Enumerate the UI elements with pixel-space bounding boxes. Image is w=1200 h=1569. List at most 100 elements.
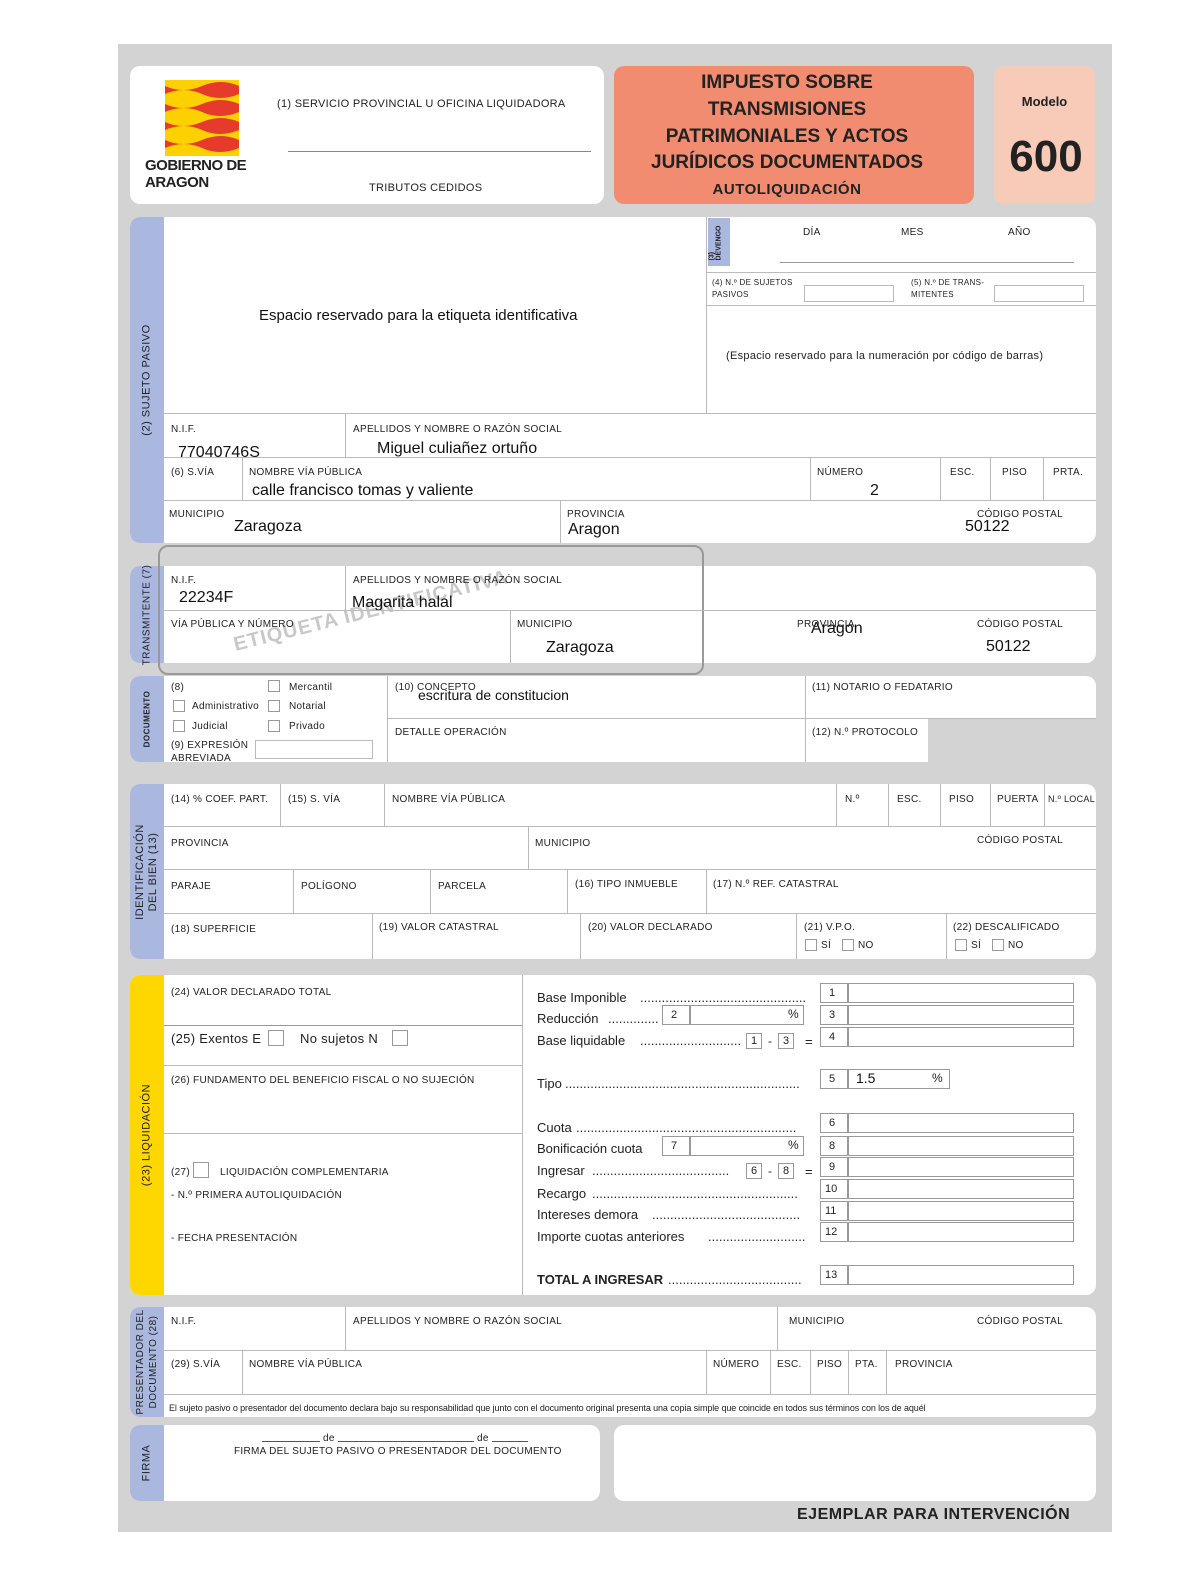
divider <box>777 1307 778 1350</box>
p-nombre-label: APELLIDOS Y NOMBRE O RAZÓN SOCIAL <box>353 1316 563 1327</box>
protocolo-shaded <box>928 719 1096 762</box>
expresion-field[interactable] <box>255 740 373 759</box>
base-liquidable-field[interactable] <box>848 1027 1074 1047</box>
nif-field[interactable]: 77040746S <box>178 444 260 462</box>
pct-sign: % <box>788 1007 799 1021</box>
esc-bien-label: ESC. <box>897 794 922 805</box>
provincia-bien-label: PROVINCIA <box>171 838 229 849</box>
n-sujetos-label: (4) N.º DE SUJETOS PASIVOS <box>712 278 793 299</box>
t-municipio-field[interactable]: Zaragoza <box>546 639 614 657</box>
descal-label: (22) DESCALIFICADO <box>953 922 1060 933</box>
concepto-field[interactable]: escritura de constitucion <box>418 687 569 703</box>
divider <box>164 913 1096 914</box>
nombre-label: APELLIDOS Y NOMBRE O RAZÓN SOCIAL <box>353 424 563 435</box>
tipo-value: 1.5 <box>856 1070 876 1086</box>
valdec-label: (20) VALOR DECLARADO <box>588 922 713 933</box>
tributos-label: TRIBUTOS CEDIDOS <box>369 182 483 194</box>
complementaria-checkbox[interactable] <box>193 1162 209 1178</box>
t-nif-label: N.I.F. <box>171 575 197 586</box>
modelo-number: 600 <box>1009 132 1083 181</box>
t-nif-field[interactable]: 22234F <box>179 589 233 607</box>
base-imponible-field[interactable] <box>848 983 1074 1003</box>
divider <box>430 869 431 913</box>
p-numero-label: NÚMERO <box>713 1359 760 1370</box>
divider <box>164 457 1096 458</box>
total-field[interactable] <box>848 1265 1074 1285</box>
divider <box>338 1441 474 1442</box>
bien-side: IDENTIFICACIÓN DEL BIEN (13) <box>130 784 164 959</box>
provincia-field[interactable]: Aragon <box>568 521 620 539</box>
calc-ref-3: 3 <box>778 1033 794 1049</box>
aragon-logo <box>165 80 239 156</box>
cuota-field[interactable] <box>848 1113 1074 1133</box>
municipio-label: MUNICIPIO <box>169 509 225 520</box>
valcat-label: (19) VALOR CATASTRAL <box>379 922 499 933</box>
p-via-label: NOMBRE VÍA PÚBLICA <box>249 1359 363 1370</box>
administrativo-checkbox[interactable] <box>173 700 185 712</box>
vpo-si-checkbox[interactable] <box>805 939 817 951</box>
dots: .............. <box>608 1011 658 1026</box>
divider <box>242 1350 243 1394</box>
no-sujetos-checkbox[interactable] <box>392 1030 408 1046</box>
calc-n1: 1 <box>820 983 848 1003</box>
firma-right-box[interactable] <box>614 1425 1096 1501</box>
t-cp-field[interactable]: 50122 <box>986 638 1031 656</box>
divider <box>706 305 1096 306</box>
cp-field[interactable]: 50122 <box>965 518 1010 536</box>
descal-no-checkbox[interactable] <box>992 939 1004 951</box>
divider <box>262 1441 320 1442</box>
judicial-checkbox[interactable] <box>173 720 185 732</box>
declaracion-text: El sujeto pasivo o presentador del docum… <box>169 1403 926 1413</box>
p-svia-label: (29) S.VÍA <box>171 1359 221 1370</box>
calc-ref-8: 8 <box>778 1163 794 1179</box>
via-field[interactable]: calle francisco tomas y valiente <box>252 482 473 500</box>
divider <box>836 784 837 826</box>
divider <box>560 500 561 543</box>
pct-sign-2: % <box>788 1138 799 1152</box>
esc-label: ESC. <box>950 467 975 478</box>
divider <box>810 1350 811 1394</box>
title-line-1: IMPUESTO SOBRE <box>701 72 873 93</box>
divider <box>164 869 1096 870</box>
divider <box>810 457 811 500</box>
divider <box>770 1350 771 1394</box>
intereses-field[interactable] <box>848 1201 1074 1221</box>
vpo-no-checkbox[interactable] <box>842 939 854 951</box>
calc-n5: 5 <box>820 1069 848 1089</box>
mercantil-checkbox[interactable] <box>268 680 280 692</box>
svia-label: (6) S.VÍA <box>171 467 215 478</box>
importe-field[interactable] <box>848 1222 1074 1242</box>
n-trans-field[interactable] <box>994 285 1084 302</box>
t-provincia-field[interactable]: Aragon <box>811 620 863 638</box>
n27-label: (27) <box>171 1167 190 1178</box>
anio-label: AÑO <box>1008 227 1031 238</box>
provincia-label: PROVINCIA <box>567 509 625 520</box>
coef-label: (14) % COEF. PART. <box>171 794 269 805</box>
descal-si-checkbox[interactable] <box>955 939 967 951</box>
divider <box>522 975 523 1295</box>
ingresar-label: Ingresar <box>537 1163 585 1178</box>
reduccion-pct-field[interactable] <box>690 1005 804 1025</box>
dots: ..................................... <box>668 1272 802 1287</box>
numero-field[interactable]: 2 <box>870 482 879 500</box>
bonificacion-pct-field[interactable] <box>690 1136 804 1156</box>
minus: - <box>768 1034 772 1048</box>
t-municipio-label: MUNICIPIO <box>517 619 573 630</box>
divider <box>1044 784 1045 826</box>
exentos-checkbox[interactable] <box>268 1030 284 1046</box>
dots: ...................................... <box>592 1163 730 1178</box>
reduccion-field[interactable] <box>848 1005 1074 1025</box>
sujeto-side: (2) SUJETO PASIVO <box>130 217 164 543</box>
recargo-field[interactable] <box>848 1179 1074 1199</box>
divider <box>706 869 707 913</box>
n-sujetos-field[interactable] <box>804 285 894 302</box>
municipio-field[interactable]: Zaragoza <box>234 518 302 536</box>
bonificacion-field[interactable] <box>848 1136 1074 1156</box>
divider <box>780 262 1074 263</box>
privado-checkbox[interactable] <box>268 720 280 732</box>
notarial-checkbox[interactable] <box>268 700 280 712</box>
divider <box>387 676 388 762</box>
divider <box>805 676 806 762</box>
ingresar-field[interactable] <box>848 1157 1074 1177</box>
nombre-field[interactable]: Miguel culiañez ortuño <box>377 440 537 458</box>
